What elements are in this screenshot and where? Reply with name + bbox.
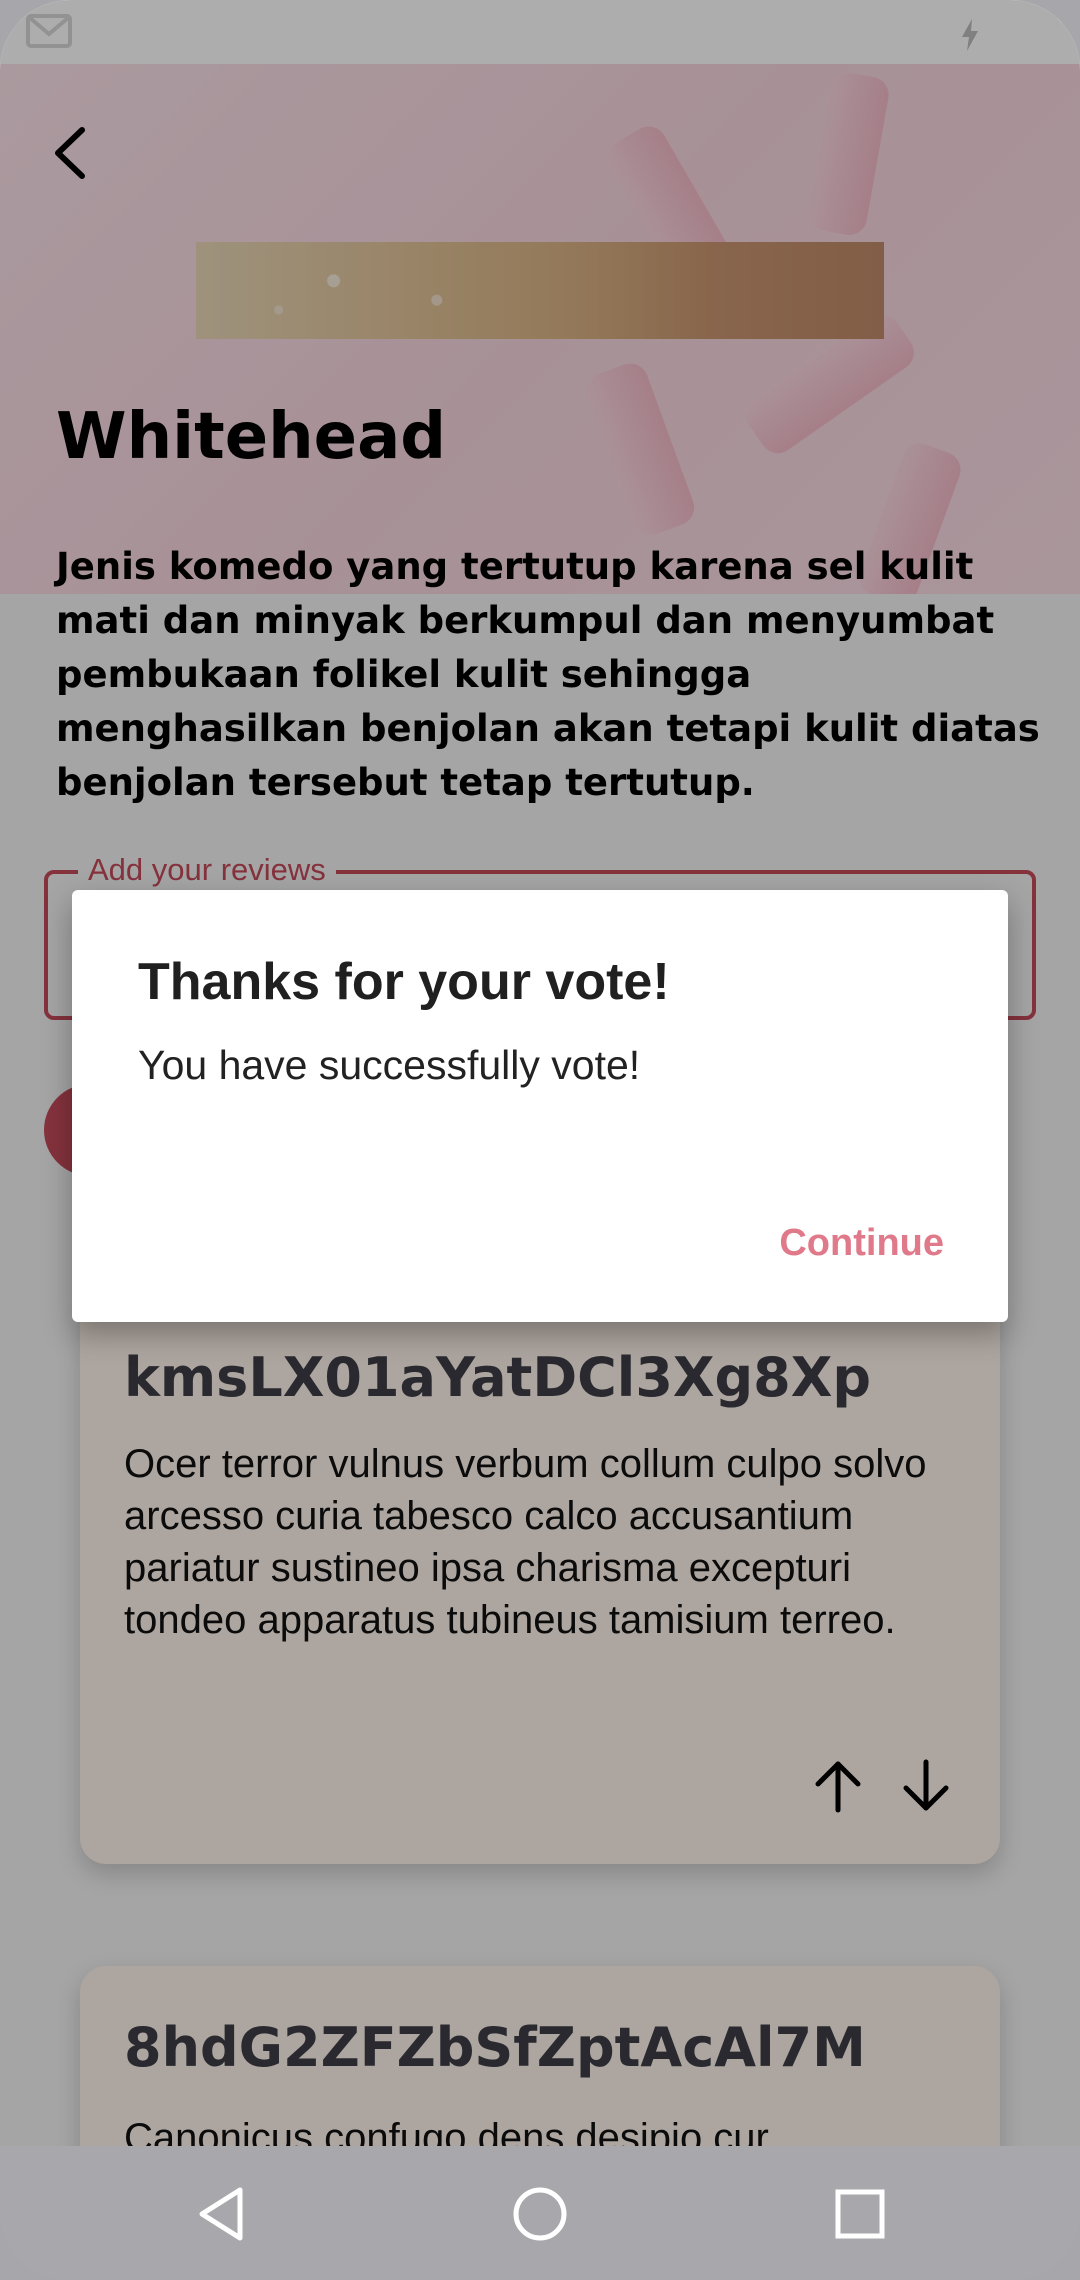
nav-recents-icon[interactable] bbox=[828, 2182, 892, 2246]
navigation-bar bbox=[0, 2146, 1080, 2280]
nav-home-icon[interactable] bbox=[508, 2182, 572, 2246]
dialog-message: You have successfully vote! bbox=[138, 1042, 641, 1088]
vote-dialog: Thanks for your vote! You have successfu… bbox=[72, 890, 1008, 1322]
nav-back-icon[interactable] bbox=[190, 2182, 254, 2246]
dialog-title: Thanks for your vote! bbox=[138, 953, 670, 1011]
continue-button[interactable]: Continue bbox=[779, 1222, 944, 1265]
app-screen: LTE 6:49 Whitehead Jenis komedo yang ter… bbox=[0, 0, 1080, 2280]
